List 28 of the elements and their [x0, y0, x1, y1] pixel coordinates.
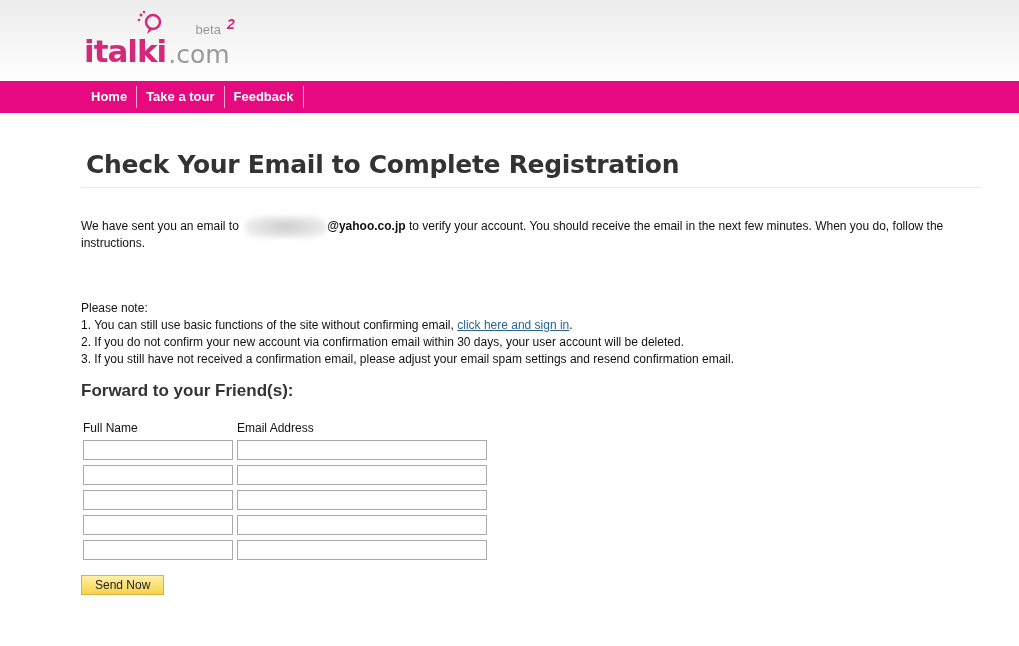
- send-button[interactable]: Send Now: [81, 575, 165, 595]
- name-field[interactable]: [83, 440, 233, 460]
- note-line: 2. If you do not confirm your new account via confirmation email within 30 days, your user account will be deleted.: [81, 334, 685, 351]
- note-line: 1. You can still use basic functions of the site without confirming email, click here and sign in.: [81, 317, 574, 334]
- logo-domain: .com: [168, 42, 230, 67]
- speech-bubble-icon: [136, 10, 164, 36]
- column-label: Email Address: [237, 421, 315, 435]
- beta-label: beta: [195, 22, 221, 37]
- column-label: Full Name: [83, 421, 139, 435]
- nav-link[interactable]: Home: [82, 86, 138, 108]
- confirmation-message: We have sent you an email to @yahoo.co.jp to verify your account. You should receive the email in the next few minutes. When you do, follow the instructions.: [81, 218, 981, 252]
- name-field[interactable]: [83, 490, 233, 510]
- name-field[interactable]: [83, 515, 233, 535]
- nav-link[interactable]: Feedback: [224, 86, 304, 108]
- page-heading: Check Your Email to Complete Registration: [81, 150, 981, 188]
- email-field[interactable]: [237, 540, 487, 560]
- email-field[interactable]: [237, 515, 487, 535]
- logo-text[interactable]: italki: [84, 36, 167, 67]
- email-field[interactable]: [237, 490, 487, 510]
- section-heading: Forward to your Friend(s):: [81, 381, 295, 401]
- version-label: 2: [226, 16, 235, 32]
- nav-link[interactable]: Take a tour: [137, 86, 225, 108]
- email-field[interactable]: [237, 440, 487, 460]
- name-field[interactable]: [83, 540, 233, 560]
- name-field[interactable]: [83, 465, 233, 485]
- note-line: 3. If you still have not received a confirmation email, please adjust your email spam settings and resend confirmation email.: [81, 351, 735, 368]
- note-title: Please note:: [81, 300, 149, 317]
- email-field[interactable]: [237, 465, 487, 485]
